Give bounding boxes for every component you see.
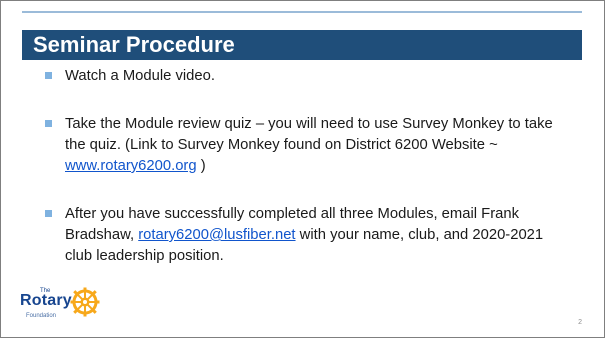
page-number: 2 [578, 319, 582, 326]
logo-wordmark: Rotary [20, 292, 72, 309]
bullet-text: Watch a Module video. [65, 68, 215, 84]
district-website-link[interactable]: www.rotary6200.org [65, 158, 197, 174]
bullet-item-take-quiz: Take the Module review quiz – you will n… [45, 114, 565, 177]
bullet-list: Watch a Module video. Take the Module re… [45, 63, 565, 267]
rotary-wheel-icon [70, 287, 100, 317]
rotary-foundation-logo: The Rotary Foundation [20, 285, 120, 331]
email-link[interactable]: rotary6200@lusfiber.net [138, 227, 295, 243]
bullet-item-email-frank: After you have successfully completed al… [45, 204, 565, 267]
logo-subtitle: Foundation [26, 313, 57, 319]
slide: Seminar Procedure Watch a Module video. … [0, 0, 605, 338]
bullet-text-tail: ) [196, 158, 206, 174]
top-rule [22, 11, 582, 13]
bullet-text: Take the Module review quiz – you will n… [65, 116, 553, 153]
bullet-square-icon [45, 72, 52, 79]
bullet-square-icon [45, 210, 52, 217]
bullet-item-watch-video: Watch a Module video. [45, 66, 565, 87]
bullet-square-icon [45, 120, 52, 127]
slide-title: Seminar Procedure [22, 30, 582, 60]
